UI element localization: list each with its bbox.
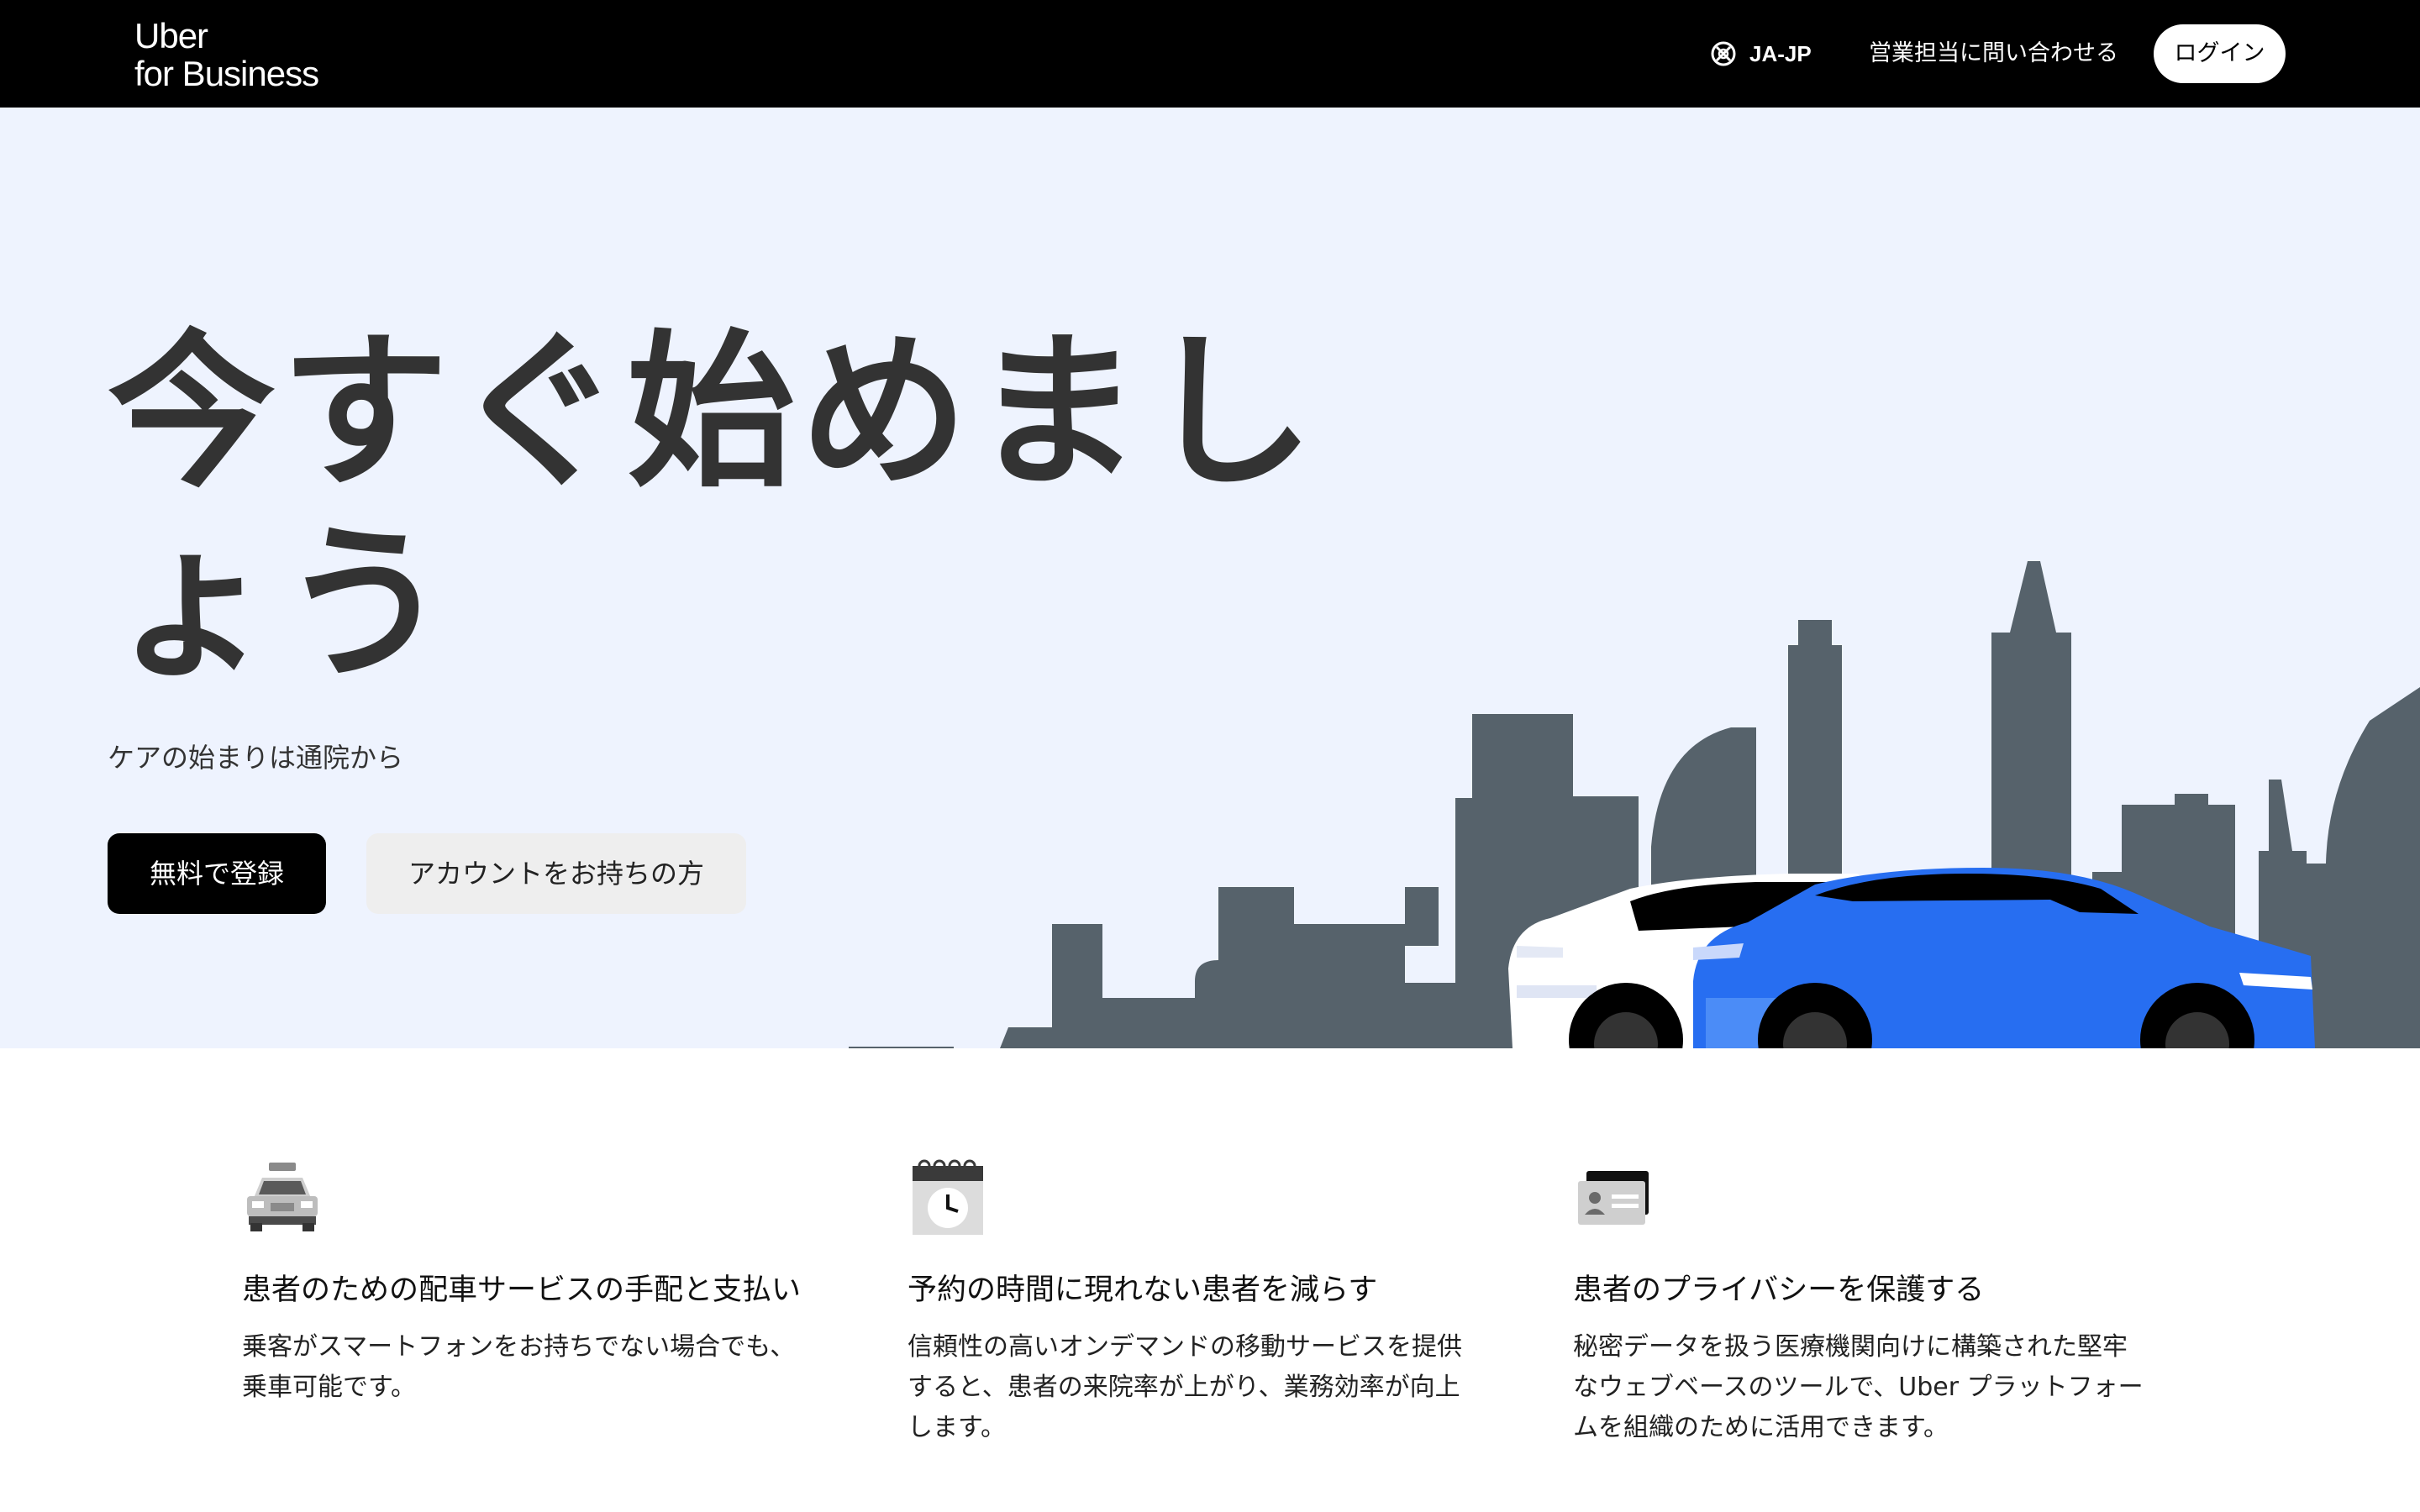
taxi-icon (247, 1163, 318, 1231)
feature-title: 患者のプライバシーを保護する (1573, 1273, 1985, 1307)
features-section: 患者のための配車サービスの手配と支払い 乗客がスマートフォンをお持ちでない場合で… (0, 1048, 2420, 1512)
feature-description: 秘密データを扱う医療機関向けに構築された堅牢 なウェブベースのツールで、Uber… (1573, 1327, 2195, 1448)
feature-reduce-no-shows: 予約の時間に現れない患者を減らす 信頼性の高いオンデマンドの移動サービスを提供 … (908, 1158, 1529, 1448)
feature-description-line: します。 (908, 1413, 1006, 1442)
logo-line-uber: Uber (134, 16, 208, 55)
logo-line-for-business: for Business (134, 54, 319, 93)
sign-up-free-button[interactable]: 無料で登録 (108, 833, 326, 914)
feature-protect-privacy: 患者のプライバシーを保護する 秘密データを扱う医療機関向けに構築された堅牢 なウ… (1573, 1158, 2195, 1448)
feature-description-line: ムを組織のために活用できます。 (1573, 1413, 1949, 1442)
login-button[interactable]: ログイン (2154, 24, 2286, 83)
language-label: JA-JP (1749, 40, 1812, 66)
contact-sales-link[interactable]: 営業担当に問い合わせる (1869, 37, 2118, 71)
hero-title: 今すぐ始めましょう (108, 315, 1320, 702)
top-nav-bar: Uber for Business JA-JP 営業担当に問い合わせる ログイン (0, 0, 2420, 108)
feature-description: 信頼性の高いオンデマンドの移動サービスを提供 すると、患者の来院率が上がり、業務… (908, 1327, 1529, 1448)
uber-for-business-logo[interactable]: Uber for Business (134, 16, 319, 93)
existing-account-button[interactable]: アカウントをお持ちの方 (366, 833, 746, 914)
feature-description-line: すると、患者の来院率が上がり、業務効率が向上 (908, 1373, 1460, 1402)
feature-description-line: 秘密データを扱う医療機関向けに構築された堅牢 (1573, 1332, 2128, 1362)
feature-description-line: なウェブベースのツールで、Uber プラットフォー (1573, 1373, 2144, 1402)
hero-section: 今すぐ始めましょう ケアの始まりは通院から 無料で登録 アカウントをお持ちの方 (0, 108, 2420, 1048)
language-selector[interactable]: JA-JP (1709, 37, 1812, 71)
feature-description-line: 信頼性の高いオンデマンドの移動サービスを提供 (908, 1332, 1462, 1362)
feature-title: 予約の時間に現れない患者を減らす (908, 1273, 1378, 1307)
globe-icon (1711, 41, 1736, 66)
feature-title: 患者のための配車サービスの手配と支払い (242, 1273, 802, 1307)
feature-ride-arrangement: 患者のための配車サービスの手配と支払い 乗客がスマートフォンをお持ちでない場合で… (242, 1158, 864, 1408)
calendar-clock-icon (913, 1159, 983, 1235)
id-card-icon (1578, 1171, 1649, 1225)
feature-description: 乗客がスマートフォンをお持ちでない場合でも、 乗車可能です。 (242, 1327, 864, 1408)
feature-description-line: 乗車可能です。 (242, 1373, 416, 1402)
hero-subtitle: ケアの始まりは通院から (108, 742, 404, 774)
feature-description-line: 乗客がスマートフォンをお持ちでない場合でも、 (242, 1332, 796, 1362)
